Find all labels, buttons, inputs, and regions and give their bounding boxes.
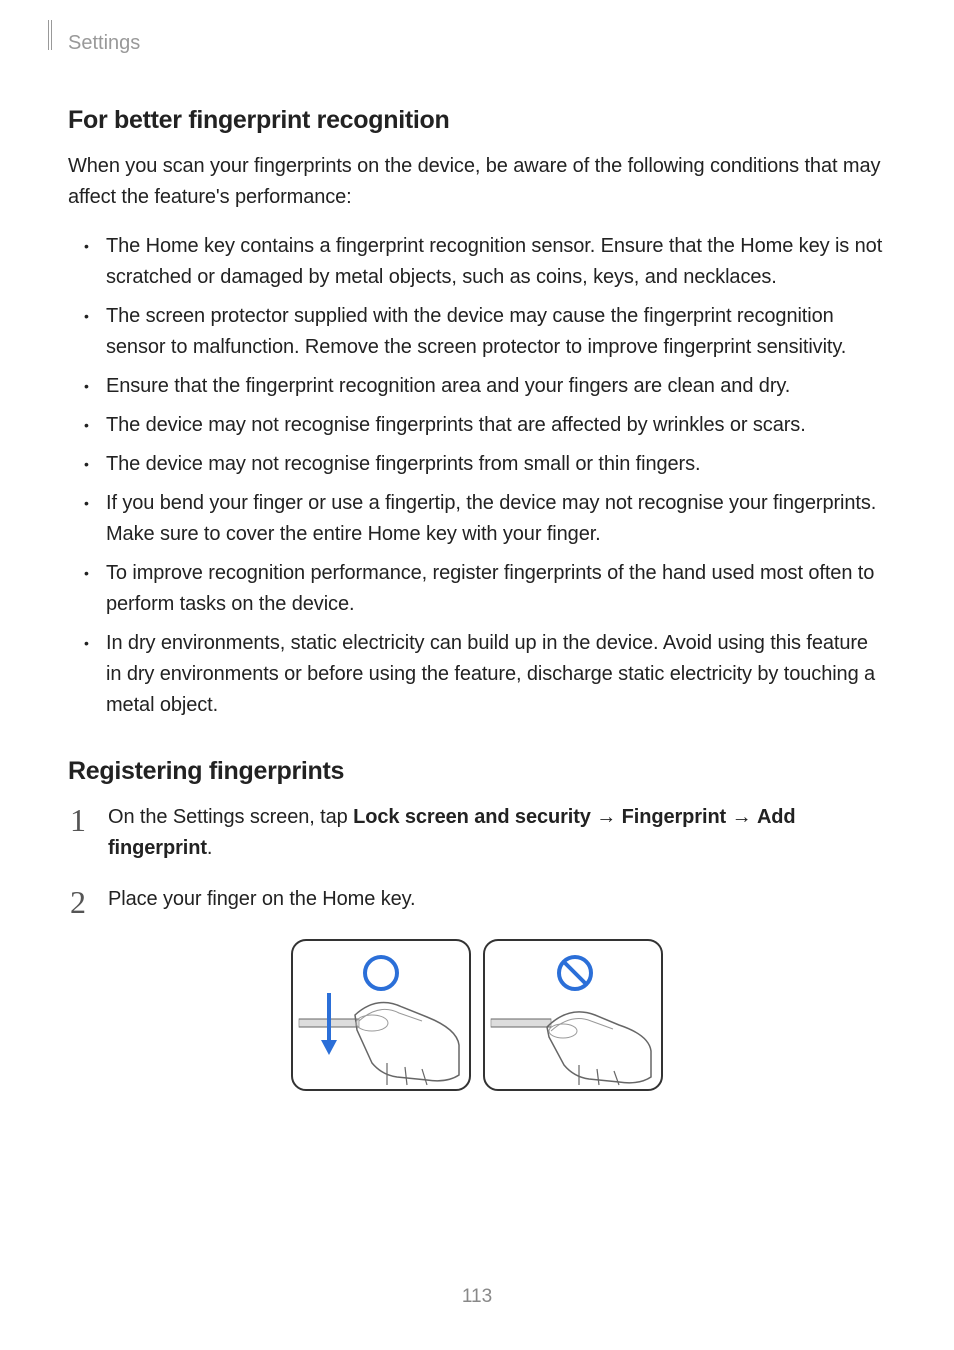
bullet-item: The device may not recognise fingerprint… (82, 410, 886, 441)
step-item-2: 2 Place your finger on the Home key. (68, 884, 886, 915)
bullet-item: To improve recognition performance, regi… (82, 558, 886, 620)
step-text-prefix: On the Settings screen, tap (108, 806, 353, 828)
section-heading-1: For better fingerprint recognition (68, 106, 886, 135)
page-content: For better fingerprint recognition When … (68, 106, 886, 1100)
running-header: Settings (68, 32, 140, 55)
step-list: 1 On the Settings screen, tap Lock scree… (68, 802, 886, 915)
bullet-item: The device may not recognise fingerprint… (82, 449, 886, 480)
step-text-suffix: . (207, 837, 212, 859)
bullet-item: The Home key contains a fingerprint reco… (82, 231, 886, 293)
fingerprint-placement-illustration (287, 935, 667, 1095)
step-number: 2 (70, 878, 86, 928)
section-intro: When you scan your fingerprints on the d… (68, 151, 886, 213)
step-item-1: 1 On the Settings screen, tap Lock scree… (68, 802, 886, 864)
step-number: 1 (70, 796, 86, 846)
section-heading-2: Registering fingerprints (68, 757, 886, 786)
bullet-item: If you bend your finger or use a fingert… (82, 488, 886, 550)
illustration-container (68, 935, 886, 1100)
bullet-item: Ensure that the fingerprint recognition … (82, 371, 886, 402)
arrow-icon: → (726, 806, 757, 828)
bullet-list: The Home key contains a fingerprint reco… (82, 231, 886, 721)
bullet-item: In dry environments, static electricity … (82, 628, 886, 721)
arrow-icon: → (591, 806, 622, 828)
page-number: 113 (0, 1286, 954, 1308)
bullet-item: The screen protector supplied with the d… (82, 301, 886, 363)
section-marker (48, 20, 52, 50)
step-text: Place your finger on the Home key. (108, 888, 416, 910)
step-action-2: Fingerprint (622, 806, 726, 828)
step-action-1: Lock screen and security (353, 806, 591, 828)
